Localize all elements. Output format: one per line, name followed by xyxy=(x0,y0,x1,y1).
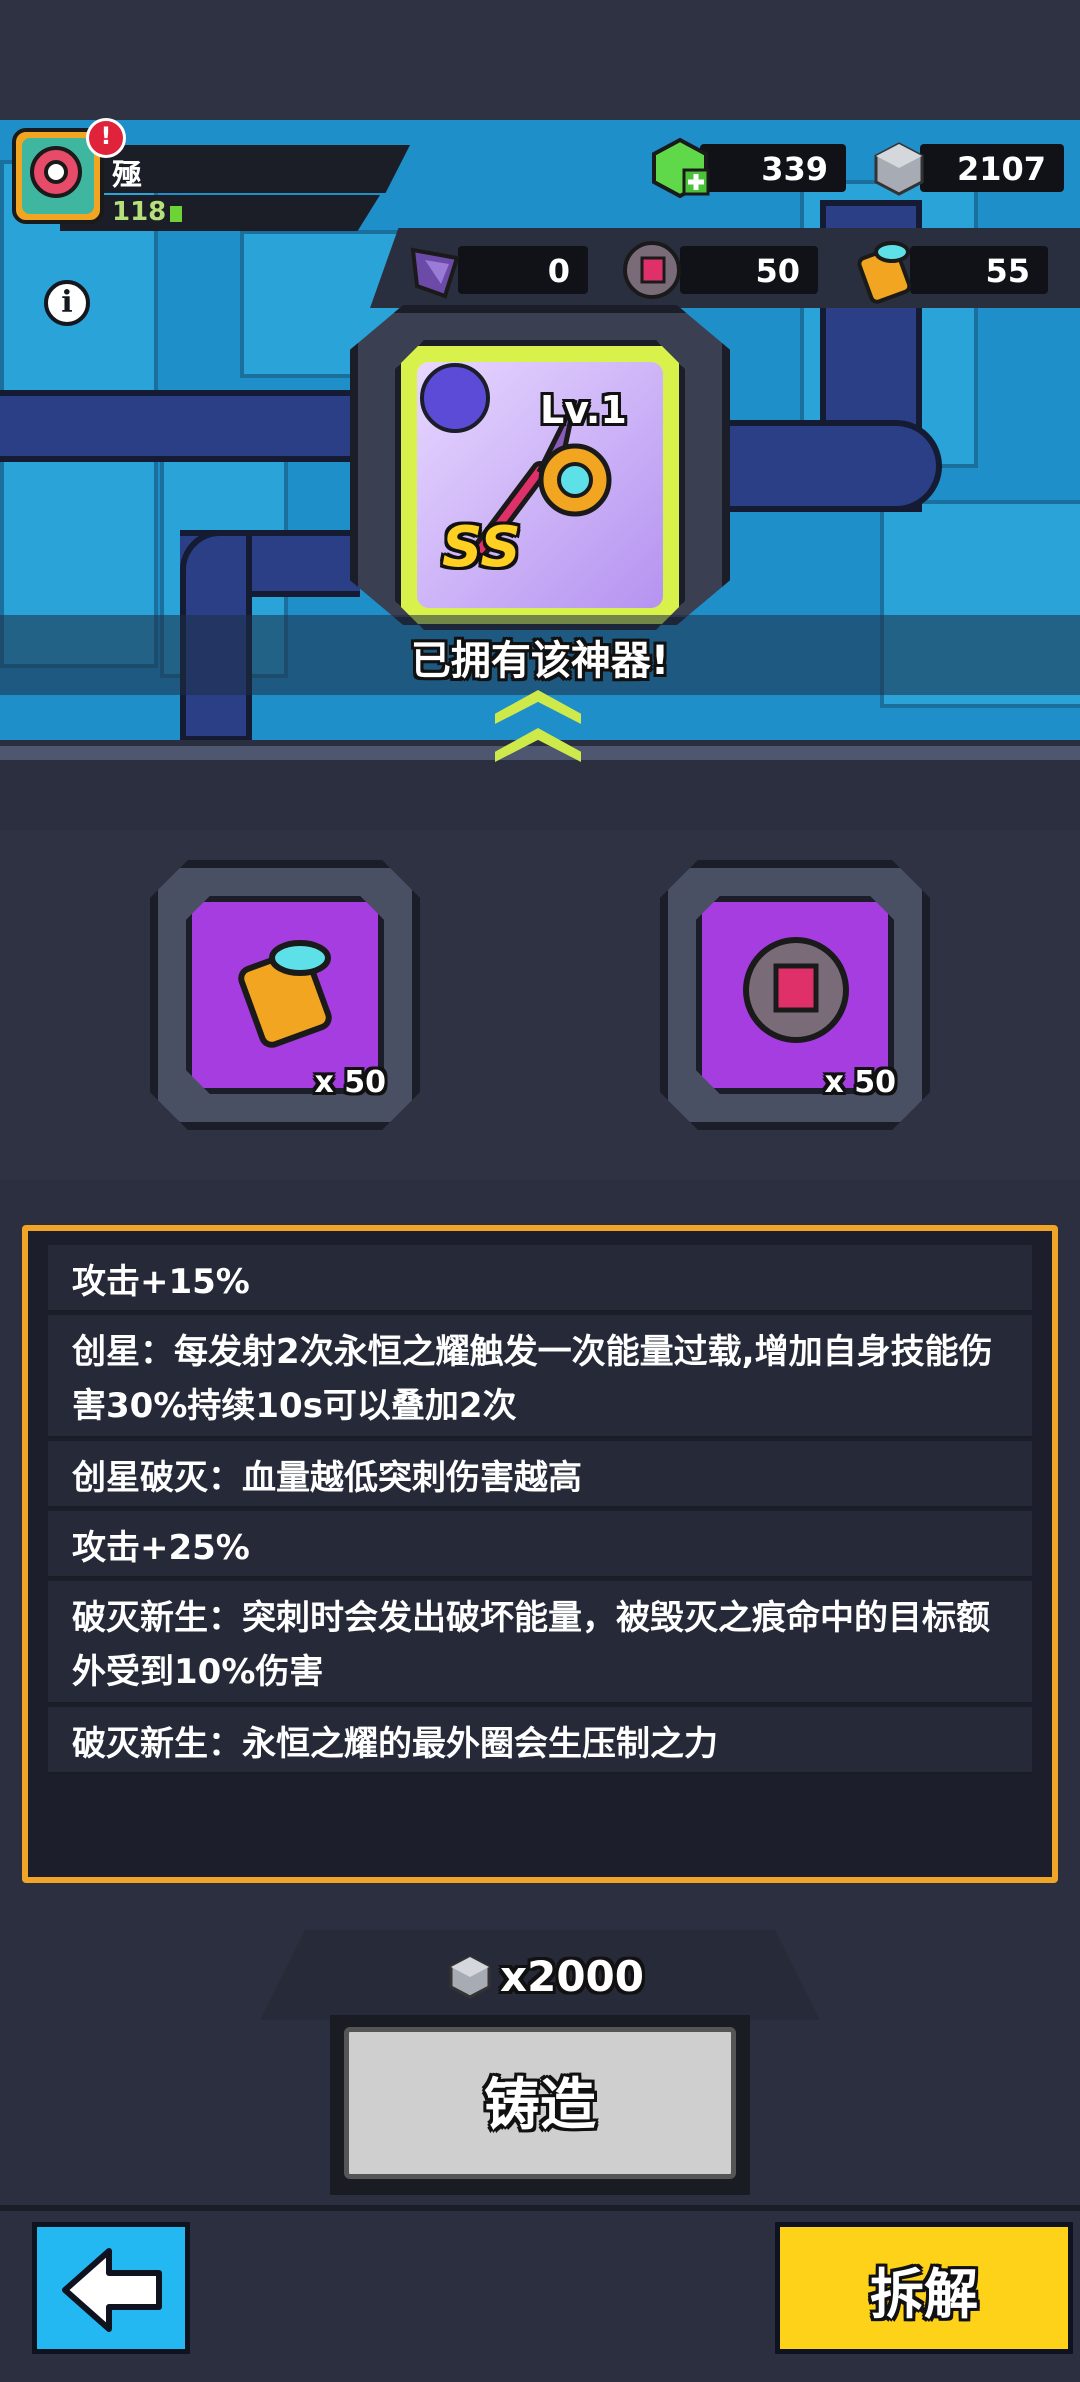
level-progress-fill xyxy=(170,206,182,222)
tech-cylinder-count: 55 xyxy=(985,252,1030,290)
steel-cube-box: 2107 xyxy=(920,144,1064,192)
effect-row: 攻击+15% xyxy=(48,1245,1032,1313)
purple-shard-count: 0 xyxy=(547,252,570,290)
effect-row: 攻击+25% xyxy=(48,1511,1032,1579)
red-orb-icon xyxy=(743,937,849,1043)
red-orb-box: 50 xyxy=(680,246,818,294)
material-count: x 50 xyxy=(824,1065,896,1100)
green-gem-icon[interactable] xyxy=(650,136,710,200)
info-icon[interactable]: i xyxy=(44,280,90,326)
material-count: x 50 xyxy=(314,1065,386,1100)
effect-row: 破灭新生：突刺时会发出破坏能量，被毁灭之痕命中的目标额外受到10%伤害 xyxy=(48,1581,1032,1705)
tech-cylinder-icon xyxy=(857,241,912,304)
back-button[interactable] xyxy=(32,2222,190,2354)
purple-shard-icon xyxy=(410,247,460,299)
effect-row: 创星破灭：血量越低突刺伤害越高 xyxy=(48,1441,1032,1509)
artifact-level: Lv.1 xyxy=(540,388,627,432)
red-orb-icon xyxy=(623,241,681,299)
tech-cylinder-box: 55 xyxy=(910,246,1048,294)
red-orb-count: 50 xyxy=(755,252,800,290)
purple-shard-box: 0 xyxy=(458,246,588,294)
steel-cube-icon xyxy=(874,142,924,196)
steel-cube-icon xyxy=(449,1955,491,1999)
dismantle-button-label[interactable]: 拆解 xyxy=(775,2250,1073,2329)
player-name: 殛 xyxy=(112,158,142,193)
material-slot-2[interactable]: x 50 xyxy=(660,860,930,1130)
top-band xyxy=(0,0,1080,120)
player-level: 118 xyxy=(112,197,167,227)
effect-row: 创星：每发射2次永恒之耀触发一次能量过载,增加自身技能伤害30%持续10s可以叠… xyxy=(48,1315,1032,1439)
green-gem-box: 339 xyxy=(700,144,846,192)
effects-panel: 攻击+15% 创星：每发射2次永恒之耀触发一次能量过载,增加自身技能伤害30%持… xyxy=(22,1225,1058,1883)
forge-cost: x2000 xyxy=(500,1952,644,2001)
green-gem-count: 339 xyxy=(761,150,828,188)
artifact-grade: SS xyxy=(442,515,521,580)
owned-text: 已拥有该神器! xyxy=(410,638,670,684)
back-arrow-icon xyxy=(62,2248,162,2332)
material-slot-1[interactable]: x 50 xyxy=(150,860,420,1130)
effect-row: 破灭新生：永恒之耀的最外圈会生压制之力 xyxy=(48,1707,1032,1775)
steel-cube-count: 2107 xyxy=(956,150,1046,188)
tech-cylinder-icon xyxy=(238,940,332,1048)
forge-button-label[interactable]: 铸造 xyxy=(344,2060,736,2141)
artifact-type-icon xyxy=(420,363,490,433)
player-level-bar xyxy=(60,195,380,231)
